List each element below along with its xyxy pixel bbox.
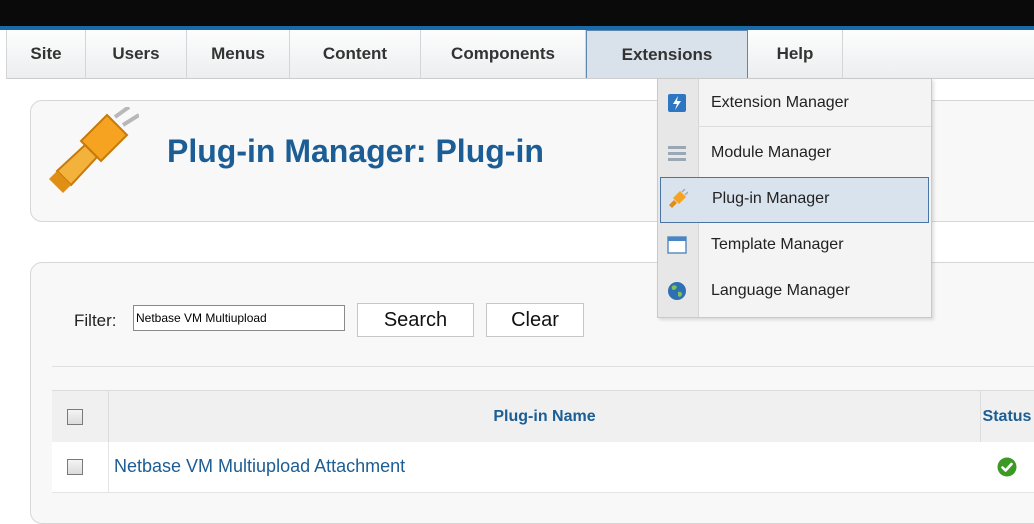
extensions-dropdown: Extension Manager Module Manager Plug-in… [657,78,932,318]
plugin-name-link[interactable]: Netbase VM Multiupload Attachment [114,456,405,477]
filter-input[interactable] [133,305,345,331]
menu-item-label: Template Manager [711,236,844,253]
menu-extensions[interactable]: Extensions [586,30,748,78]
menu-item-label: Plug-in Manager [712,190,830,207]
search-button[interactable]: Search [357,303,474,337]
row-checkbox[interactable] [67,459,83,475]
menu-item-template-manager[interactable]: Template Manager [658,223,931,269]
page-title: Plug-in Manager: Plug-in [167,133,544,169]
header-check-cell [52,391,109,443]
menu-item-language-manager[interactable]: Language Manager [658,269,931,315]
menu-item-label: Module Manager [711,144,832,161]
check-circle-icon[interactable] [997,457,1017,477]
plug-icon [49,107,139,193]
template-manager-icon [667,236,687,254]
menu-item-module-manager[interactable]: Module Manager [658,131,931,177]
menu-item-label: Language Manager [711,282,850,299]
menu-item-plugin-manager[interactable]: Plug-in Manager [660,177,929,223]
table-row: Netbase VM Multiupload Attachment [52,442,1034,493]
status-cell [981,442,1033,492]
menu-item-label: Extension Manager [711,94,849,111]
menu-users[interactable]: Users [86,30,187,78]
main-menu-bar: Site Users Menus Content Components Exte… [6,30,1034,79]
clear-button[interactable]: Clear [486,303,584,337]
menu-help[interactable]: Help [748,30,843,78]
menu-components[interactable]: Components [421,30,586,78]
menu-menus[interactable]: Menus [187,30,290,78]
filter-label: Filter: [74,311,117,330]
menu-site[interactable]: Site [7,30,86,78]
table-header: Plug-in Name Status [52,390,1034,444]
top-bar [0,0,1034,30]
row-check-cell [52,442,109,492]
select-all-checkbox[interactable] [67,409,83,425]
menu-item-extension-manager[interactable]: Extension Manager [658,81,931,127]
extension-manager-icon [668,94,686,112]
menu-content[interactable]: Content [290,30,421,78]
module-manager-icon [668,146,686,161]
column-header-plugin-name[interactable]: Plug-in Name [109,391,981,443]
filter-divider [52,366,1034,367]
globe-icon [668,282,686,300]
column-header-status[interactable]: Status [981,391,1033,443]
plug-icon [669,189,688,208]
